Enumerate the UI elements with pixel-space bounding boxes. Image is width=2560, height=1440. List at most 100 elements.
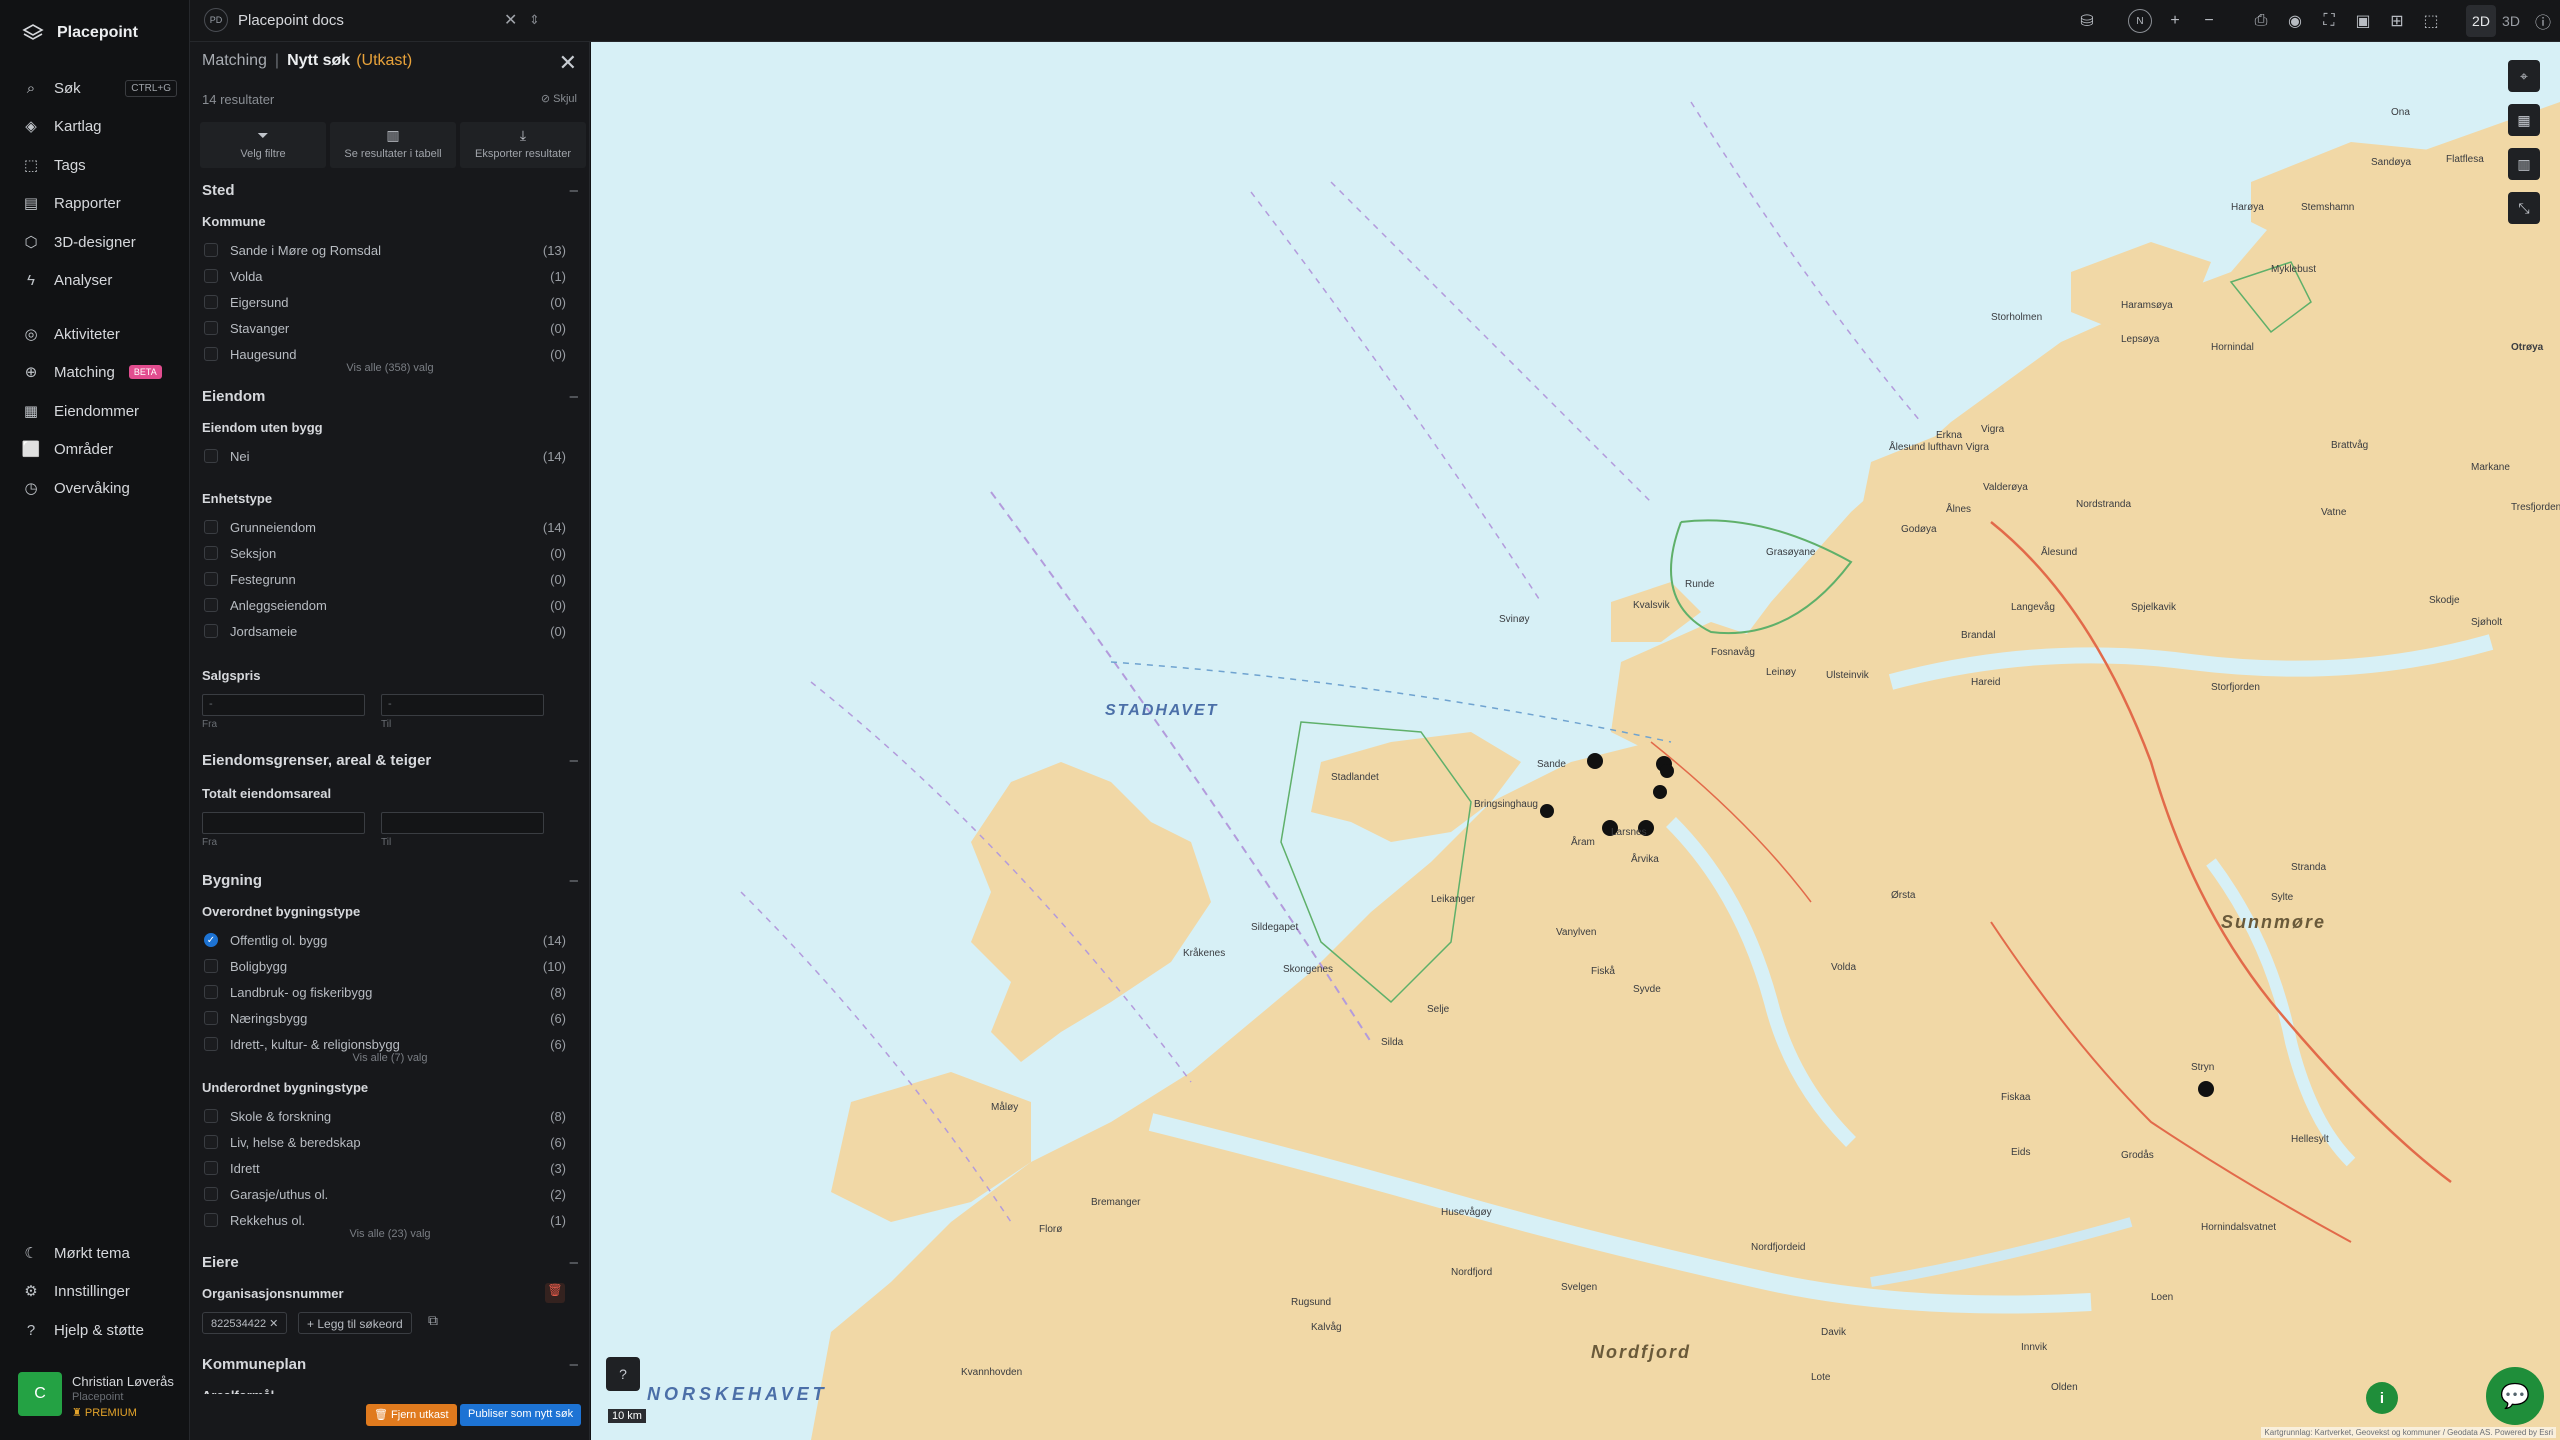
filter-option[interactable]: Stavanger (0)	[202, 318, 566, 338]
map-canvas[interactable]: STADHAVET NORSKEHAVET Sunnmøre Nordfjord…	[591, 42, 2560, 1440]
nav-item-settings[interactable]: ⚙ Innstillinger	[22, 1277, 177, 1305]
filter-option[interactable]: Nei (14)	[202, 446, 566, 466]
checkbox[interactable]	[204, 520, 218, 534]
nav-item-aktiviteter[interactable]: ◎ Aktiviteter	[22, 320, 177, 348]
updown-chevron-icon[interactable]: ⇕	[529, 12, 540, 28]
print-icon[interactable]: ⎙	[2244, 5, 2278, 37]
nav-item-eiendommer[interactable]: ▦ Eiendommer	[22, 397, 177, 425]
nav-item-matching[interactable]: ⊕ Matching BETA	[22, 358, 177, 386]
checkbox[interactable]	[204, 1011, 218, 1025]
checkbox[interactable]	[204, 546, 218, 560]
checkbox[interactable]	[204, 572, 218, 586]
map-measure-button[interactable]: ⤡	[2508, 192, 2540, 224]
section-sted[interactable]: Sted –	[202, 182, 578, 199]
checkbox[interactable]	[204, 321, 218, 335]
nav-item-overvaking[interactable]: ◷ Overvåking	[22, 474, 177, 502]
collapse-icon[interactable]: –	[570, 1356, 578, 1373]
hide-button[interactable]: ⊘ Skjul	[541, 92, 577, 105]
map-help-button[interactable]: ?	[606, 1357, 640, 1391]
grid-icon[interactable]: ⊞	[2380, 5, 2414, 37]
filter-option[interactable]: Landbruk- og fiskeribygg (8)	[202, 982, 566, 1002]
collapse-icon[interactable]: –	[570, 872, 578, 889]
section-bygning[interactable]: Bygning –	[202, 872, 578, 889]
publish-search-button[interactable]: Publiser som nytt søk	[460, 1404, 582, 1426]
filter-option[interactable]: Garasje/uthus ol. (2)	[202, 1184, 566, 1204]
section-kommuneplan[interactable]: Kommuneplan –	[202, 1356, 578, 1373]
nav-item-help[interactable]: ? Hjelp & støtte	[22, 1316, 177, 1344]
areal-from-input[interactable]	[202, 812, 365, 834]
zoom-in-icon[interactable]: +	[2158, 5, 2192, 37]
checkbox[interactable]	[204, 598, 218, 612]
checkbox[interactable]	[204, 1135, 218, 1149]
remove-draft-button[interactable]: 🗑 Fjern utkast	[366, 1404, 457, 1426]
checkbox[interactable]	[204, 959, 218, 973]
nav-item-kartlag[interactable]: ◈ Kartlag	[22, 112, 177, 140]
collapse-icon[interactable]: –	[570, 1254, 578, 1271]
brand[interactable]: Placepoint	[22, 22, 138, 44]
filter-option[interactable]: Festegrunn (0)	[202, 569, 566, 589]
section-eiendomsgrenser[interactable]: Eiendomsgrenser, areal & teiger –	[202, 752, 578, 769]
checkbox[interactable]	[204, 243, 218, 257]
checkbox[interactable]	[204, 1161, 218, 1175]
collapse-icon[interactable]: –	[570, 752, 578, 769]
checkbox-checked[interactable]: ✓	[204, 933, 218, 947]
nav-item-dark-theme[interactable]: ☾ Mørkt tema	[22, 1239, 177, 1267]
filter-option[interactable]: Skole & forskning (8)	[202, 1106, 566, 1126]
filter-option[interactable]: Volda (1)	[202, 266, 566, 286]
checkbox[interactable]	[204, 347, 218, 361]
compass-north-icon[interactable]: N	[2128, 9, 2152, 33]
add-keyword-button[interactable]: + Legg til søkeord	[298, 1312, 412, 1334]
nav-item-omrader[interactable]: ⬜ Områder	[22, 435, 177, 463]
nav-item-rapporter[interactable]: ▤ Rapporter	[22, 189, 177, 217]
filter-option[interactable]: Seksjon (0)	[202, 543, 566, 563]
clear-document-icon[interactable]: ✕	[504, 10, 517, 30]
info-icon[interactable]: ⓘ	[2526, 5, 2560, 37]
collapse-icon[interactable]: –	[570, 388, 578, 405]
filter-option[interactable]: Sande i Møre og Romsdal (13)	[202, 240, 566, 260]
filter-option[interactable]: Idrett (3)	[202, 1158, 566, 1178]
filter-option[interactable]: Rekkehus ol. (1)	[202, 1210, 566, 1230]
remove-chip-icon[interactable]: ✕	[266, 1318, 278, 1330]
select-filters-button[interactable]: ⏷ Velg filtre	[200, 122, 326, 168]
camera-icon[interactable]: ▣	[2346, 5, 2380, 37]
checkbox[interactable]	[204, 1213, 218, 1227]
checkbox[interactable]	[204, 1109, 218, 1123]
show-all-overordnet-link[interactable]: Vis alle (7) valg	[190, 1052, 589, 1064]
layers-toggle-icon[interactable]: ⛁	[2070, 5, 2104, 37]
mode-3d-button[interactable]: 3D	[2496, 5, 2526, 37]
copy-icon[interactable]: ⧉	[422, 1312, 444, 1334]
map-search-location-button[interactable]: ⌖	[2508, 60, 2540, 92]
collapse-icon[interactable]: –	[570, 182, 578, 199]
show-table-button[interactable]: ▥ Se resultater i tabell	[330, 122, 456, 168]
checkbox[interactable]	[204, 449, 218, 463]
nav-item-analyser[interactable]: ϟ Analyser	[22, 266, 177, 294]
checkbox[interactable]	[204, 1187, 218, 1201]
mode-2d-button[interactable]: 2D	[2466, 5, 2496, 37]
eye-icon[interactable]: ◉	[2278, 5, 2312, 37]
trash-icon[interactable]: 🗑	[545, 1283, 565, 1303]
section-eiere[interactable]: Eiere –	[202, 1254, 578, 1271]
export-results-button[interactable]: ⤓ Eksporter resultater	[460, 122, 586, 168]
filter-option[interactable]: Næringsbygg (6)	[202, 1008, 566, 1028]
checkbox[interactable]	[204, 985, 218, 999]
show-all-underordnet-link[interactable]: Vis alle (23) valg	[190, 1228, 589, 1240]
map-chart-button[interactable]: ▥	[2508, 148, 2540, 180]
nav-item-tags[interactable]: ⬚ Tags	[22, 151, 177, 179]
nav-item-3d-designer[interactable]: ⬡ 3D-designer	[22, 228, 177, 256]
breadcrumb-matching[interactable]: Matching	[202, 52, 267, 70]
filter-option[interactable]: Anleggseiendom (0)	[202, 595, 566, 615]
map-info-button[interactable]: i	[2366, 1382, 2398, 1414]
filter-option[interactable]: Haugesund (0)	[202, 344, 566, 364]
user-card[interactable]: C Christian Løverås Placepoint ♜ PREMIUM	[18, 1372, 174, 1419]
show-all-kommune-link[interactable]: Vis alle (358) valg	[190, 362, 589, 374]
document-selector[interactable]: PD Placepoint docs ✕ ⇕	[204, 6, 540, 34]
bookmark-icon[interactable]: ⬚	[2414, 5, 2448, 37]
filter-option[interactable]: Boligbygg (10)	[202, 956, 566, 976]
zoom-out-icon[interactable]: −	[2192, 5, 2226, 37]
filter-option[interactable]: Idrett-, kultur- & religionsbygg (6)	[202, 1034, 566, 1054]
checkbox[interactable]	[204, 624, 218, 638]
close-icon[interactable]: ✕	[559, 50, 577, 76]
filter-option[interactable]: ✓ Offentlig ol. bygg (14)	[202, 930, 566, 950]
fullscreen-icon[interactable]: ⛶	[2312, 5, 2346, 37]
checkbox[interactable]	[204, 295, 218, 309]
